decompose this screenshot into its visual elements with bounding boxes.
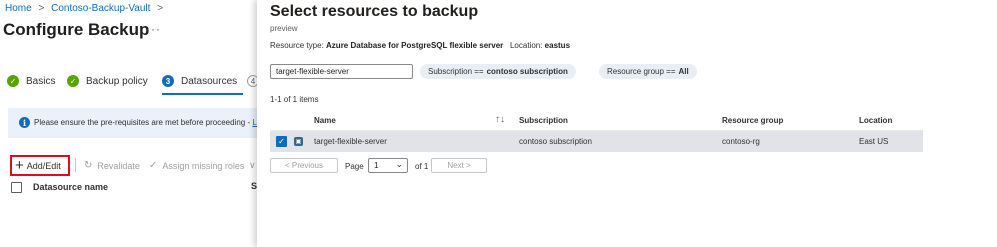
page-label: Page: [345, 162, 364, 171]
subscription-filter-label: Subscription ==: [428, 67, 484, 76]
resource-group-filter-value: All: [678, 67, 689, 76]
location-value: eastus: [544, 41, 571, 50]
active-tab-indicator: [162, 93, 243, 95]
configure-backup-page: Home > Contoso-Backup-Vault > Configure …: [0, 0, 261, 247]
info-banner: i Please ensure the pre-requisites are m…: [8, 108, 261, 138]
resource-type-value: Azure Database for PostgreSQL flexible s…: [326, 41, 504, 50]
cell-location: East US: [859, 137, 889, 146]
add-edit-button[interactable]: + Add/Edit: [10, 155, 70, 176]
resource-info: Resource type: Azure Database for Postgr…: [270, 41, 570, 50]
datasource-list-header: Datasource name Sr: [11, 180, 261, 194]
chevron-down-icon: ⌄: [395, 159, 403, 169]
breadcrumb-separator: >: [38, 3, 45, 14]
refresh-icon: ↻: [84, 160, 93, 171]
location-label: Location:: [509, 41, 545, 50]
cell-subscription: contoso subscription: [519, 137, 592, 146]
info-message: Please ensure the pre-requisites are met…: [34, 118, 253, 127]
cell-name: target-flexible-server: [314, 137, 387, 146]
assign-roles-label: Assign missing roles: [162, 160, 245, 171]
tab-basics[interactable]: ✓ Basics: [7, 75, 55, 87]
page-title: Configure Backup: [3, 20, 150, 39]
check-circle-icon: ✓: [7, 75, 19, 87]
command-divider: [75, 158, 76, 172]
resource-type-label: Resource type:: [270, 41, 327, 50]
previous-page-button[interactable]: < Previous: [270, 158, 338, 173]
pagination: < Previous Page 1 ⌄ of 1 Next >: [270, 158, 570, 174]
resource-group-filter-pill[interactable]: Resource group == All: [599, 64, 697, 79]
search-input[interactable]: target-flexible-server: [270, 64, 413, 79]
select-resources-panel: Select resources to backup preview Resou…: [257, 0, 997, 247]
more-options-icon[interactable]: ···: [146, 22, 161, 36]
column-header-name[interactable]: Name: [314, 116, 336, 125]
column-header-location[interactable]: Location: [859, 116, 892, 125]
table-row[interactable]: ✓ ▣ target-flexible-server contoso subsc…: [270, 131, 923, 152]
command-bar: + Add/Edit ↻ Revalidate ✓ Assign missing…: [0, 153, 257, 177]
more-commands-icon[interactable]: ∨: [249, 160, 256, 171]
breadcrumb: Home > Contoso-Backup-Vault >: [5, 3, 167, 14]
checkmark-icon: ✓: [149, 160, 158, 171]
sort-icon[interactable]: ↑↓: [495, 114, 505, 125]
column-header-resource-group[interactable]: Resource group: [722, 116, 783, 125]
breadcrumb-separator: >: [157, 3, 164, 14]
panel-title: Select resources to backup: [270, 3, 479, 20]
assign-missing-roles-button[interactable]: ✓ Assign missing roles: [149, 160, 244, 171]
row-checkbox-checked[interactable]: ✓: [276, 136, 287, 147]
select-all-checkbox[interactable]: [11, 181, 22, 193]
tab-backup-policy[interactable]: ✓ Backup policy: [67, 75, 148, 87]
preview-label: preview: [270, 24, 298, 33]
add-edit-label: Add/Edit: [26, 160, 61, 171]
breadcrumb-vault[interactable]: Contoso-Backup-Vault: [51, 3, 150, 14]
tab-label: Datasources: [181, 75, 238, 87]
column-header-datasource-name[interactable]: Datasource name: [33, 182, 108, 192]
column-header-subscription[interactable]: Subscription: [519, 116, 568, 125]
info-text: Please ensure the pre-requisites are met…: [34, 118, 261, 127]
next-page-button[interactable]: Next >: [431, 158, 487, 173]
subscription-filter-value: contoso subscription: [486, 67, 568, 76]
revalidate-label: Revalidate: [97, 160, 140, 171]
step-number-icon: 3: [162, 75, 174, 87]
tab-label: Basics: [26, 75, 56, 87]
check-circle-icon: ✓: [67, 75, 79, 87]
page-select[interactable]: 1 ⌄: [368, 158, 408, 173]
page-total-label: of 1: [415, 162, 429, 171]
postgresql-server-icon: ▣: [294, 137, 303, 146]
resource-group-filter-label: Resource group ==: [607, 67, 676, 76]
subscription-filter-pill[interactable]: Subscription == contoso subscription: [420, 64, 576, 79]
revalidate-button[interactable]: ↻ Revalidate: [84, 160, 140, 171]
info-icon: i: [19, 117, 30, 128]
tab-datasources[interactable]: 3 Datasources: [162, 75, 237, 87]
cell-resource-group: contoso-rg: [722, 137, 760, 146]
page-select-value: 1: [374, 161, 379, 170]
tab-label: Backup policy: [86, 75, 148, 87]
items-count: 1-1 of 1 items: [270, 95, 319, 104]
breadcrumb-home[interactable]: Home: [5, 3, 32, 14]
plus-icon: +: [15, 157, 24, 174]
